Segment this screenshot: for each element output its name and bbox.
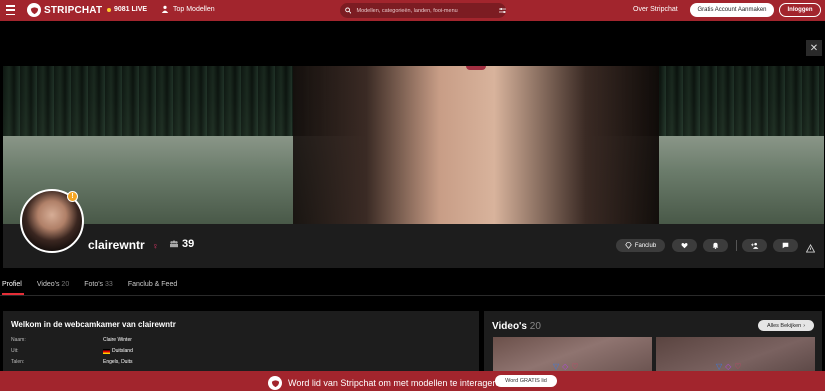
bell-icon	[712, 242, 719, 249]
favorite-button[interactable]	[672, 239, 697, 252]
message-button[interactable]	[773, 239, 798, 252]
germany-flag-icon	[103, 348, 110, 354]
brand-name: STRIPCHAT	[44, 4, 103, 16]
videos-count: 20	[529, 321, 541, 332]
tab-profiel[interactable]: Profiel	[2, 281, 22, 288]
about-row-value: Engels, Duits	[103, 359, 132, 365]
fanclub-label: Fanclub	[634, 242, 657, 249]
cover-model-image	[293, 66, 659, 224]
stripchat-logo-icon	[27, 3, 41, 17]
view-all-label: Alles Bekijken	[766, 322, 802, 329]
view-all-videos-button[interactable]: Alles Bekijken ›	[758, 320, 814, 331]
signup-button[interactable]: Gratis Account Aanmaken	[690, 3, 774, 17]
tabs-divider	[0, 295, 825, 296]
chat-icon	[782, 242, 789, 249]
tab-fanclub-feed[interactable]: Fanclub & Feed	[128, 281, 177, 288]
fanclub-button[interactable]: Fanclub	[616, 239, 665, 252]
tab-label: Foto's	[84, 281, 104, 288]
search-input[interactable]	[354, 6, 470, 15]
about-row-value: Duitsland	[103, 348, 133, 354]
add-friend-button[interactable]	[742, 239, 767, 252]
video-badges: ▽ ◇ ♡	[716, 362, 741, 371]
live-count-text: 9081 LIVE	[114, 6, 148, 13]
username: clairewntr	[88, 238, 145, 252]
tab-label: Fanclub & Feed	[127, 281, 178, 288]
video-badges: ▽ ◇ ♡	[553, 362, 578, 371]
join-free-button[interactable]: Word GRATIS lid	[495, 375, 557, 387]
fan-count: 39	[169, 238, 194, 250]
videos-title: Video's 20	[492, 321, 541, 332]
login-button[interactable]: Inloggen	[779, 3, 821, 17]
diamond-icon: ▽	[553, 362, 560, 371]
join-banner-text: Word lid van Stripchat om met modellen t…	[268, 376, 508, 390]
profile-tabs: Profiel Video's 20 Foto's 33 Fanclub & F…	[2, 281, 192, 288]
heart-icon	[681, 243, 688, 249]
gem-icon: ◇	[725, 362, 732, 371]
tab-count: 20	[61, 281, 70, 288]
cover-lips	[466, 66, 486, 70]
languages-value: Engels, Duits	[103, 359, 133, 365]
join-banner-message: Word lid van Stripchat om met modellen t…	[288, 378, 508, 388]
videos-title-label: Video's	[492, 321, 527, 332]
country-value: Duitsland	[112, 348, 133, 354]
top-models-link[interactable]: Top Modellen	[161, 5, 215, 13]
search-icon	[345, 7, 352, 14]
tab-fotos[interactable]: Foto's 33	[84, 281, 113, 288]
filter-icon[interactable]	[498, 7, 506, 14]
stripchat-logo[interactable]: STRIPCHAT	[27, 3, 102, 17]
top-models-icon	[161, 5, 169, 13]
notification-button[interactable]	[703, 239, 728, 252]
name-value: Claire Winter	[103, 337, 132, 343]
report-icon[interactable]	[805, 240, 816, 258]
live-count[interactable]: 9081 LIVE	[107, 6, 147, 13]
cover-photo	[3, 66, 824, 224]
live-dot-icon	[107, 7, 111, 12]
about-title: Welkom in de webcamkamer van clairewntr	[11, 320, 176, 329]
divider	[736, 240, 737, 251]
about-row-label: Uit:	[11, 348, 19, 354]
tab-count: 33	[105, 281, 113, 288]
hamburger-menu-icon[interactable]	[6, 5, 15, 15]
tab-label: Profiel	[2, 281, 22, 288]
add-user-icon	[750, 242, 758, 249]
about-row-label: Talen:	[11, 359, 25, 365]
about-row-value: Claire Winter	[103, 337, 132, 343]
close-icon[interactable]: ✕	[806, 40, 822, 56]
top-models-label: Top Modellen	[173, 5, 215, 13]
fanclub-heart-icon: ♡	[571, 362, 579, 371]
about-link[interactable]: Over Stripchat	[633, 6, 678, 13]
status-badge-icon: !	[67, 191, 78, 202]
female-gender-icon: ♀	[152, 241, 159, 251]
about-row-label: Naam:	[11, 337, 26, 343]
search-bar[interactable]	[340, 3, 506, 18]
fans-icon	[170, 240, 178, 248]
fanclub-heart-icon: ♡	[734, 362, 742, 371]
stripchat-logo-icon	[268, 376, 282, 390]
tab-label: Video's	[36, 281, 60, 288]
chevron-right-icon: ›	[803, 322, 806, 329]
diamond-heart-icon	[625, 242, 632, 249]
tab-videos[interactable]: Video's 20	[37, 281, 69, 288]
fan-count-value: 39	[182, 238, 195, 250]
diamond-icon: ▽	[716, 362, 723, 371]
gem-icon: ◇	[562, 362, 569, 371]
